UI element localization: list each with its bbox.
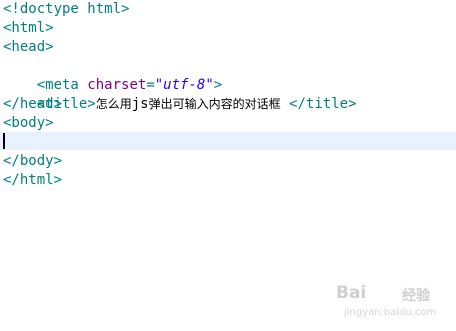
watermark-url-text: jingyan.baidu.com xyxy=(344,307,437,318)
title-text-before: 怎么用 xyxy=(95,97,132,111)
watermark-sub-text: 经验 xyxy=(402,288,430,304)
code-line-10: </html> xyxy=(3,172,63,188)
title-close-tag-token: </title> xyxy=(280,96,357,112)
title-text-token: 怎么用js弹出可输入内容的对话框 xyxy=(95,96,281,112)
title-text-after: 弹出可输入内容的对话框 xyxy=(148,97,281,111)
code-line-2: <html> xyxy=(3,20,54,36)
code-line-6: </head> xyxy=(3,96,63,112)
code-line-1: <!doctype html> xyxy=(3,1,130,17)
code-line-5: <title>怎么用js弹出可输入内容的对话框 </title> xyxy=(3,76,357,112)
code-line-9: </body> xyxy=(3,153,63,169)
watermark-main-text: Bai xyxy=(336,283,367,303)
text-caret xyxy=(3,133,5,149)
code-editor[interactable]: <!doctype html> <html> <head> <meta char… xyxy=(0,0,456,331)
baidu-watermark: Bai 经验 jingyan.baidu.com xyxy=(336,283,448,323)
code-line-4: <meta charset="utf-8"> xyxy=(3,57,222,93)
code-line-3: <head> xyxy=(3,39,54,55)
current-line-highlight xyxy=(0,132,456,150)
code-line-7: <body> xyxy=(3,115,54,131)
title-text-latin: js xyxy=(131,96,149,112)
